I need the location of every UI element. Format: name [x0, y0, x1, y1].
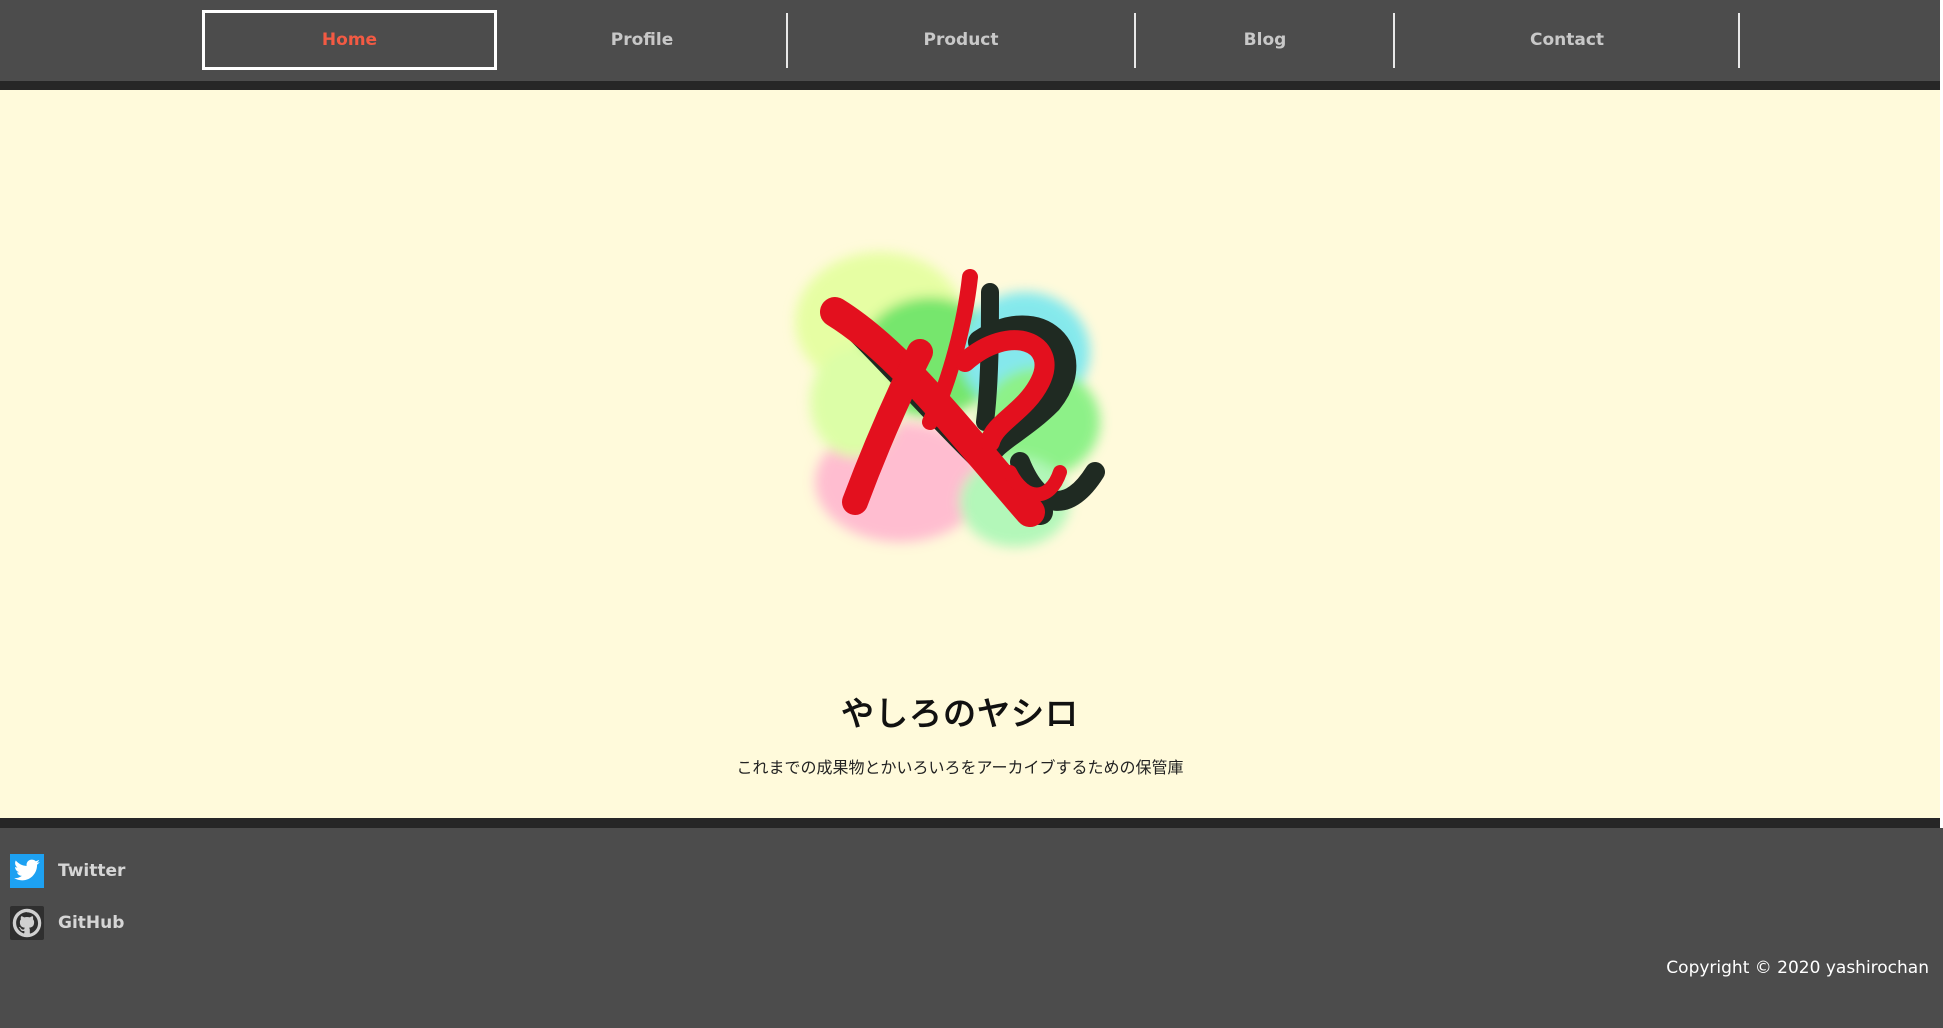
github-label: GitHub	[58, 913, 125, 933]
site-description: これまでの成果物とかいろいろをアーカイブするための保管庫	[736, 758, 1184, 777]
nav-contact[interactable]: Contact	[1395, 12, 1739, 68]
nav-blog[interactable]: Blog	[1136, 12, 1394, 68]
nav-divider-strip	[0, 81, 1940, 90]
nav-product[interactable]: Product	[788, 12, 1134, 68]
page-title: やしろのヤシロ	[841, 694, 1079, 734]
nav-home[interactable]: Home	[202, 10, 497, 70]
footer-divider-strip	[0, 818, 1940, 828]
github-icon	[10, 906, 44, 940]
twitter-link[interactable]: Twitter	[10, 854, 125, 888]
copyright-text: Copyright © 2020 yashirochan	[1666, 958, 1929, 978]
nav-separator	[1738, 13, 1740, 68]
hero-section: やしろのヤシロ これまでの成果物とかいろいろをアーカイブするための保管庫	[0, 90, 1940, 818]
twitter-icon	[10, 854, 44, 888]
page: Home Profile Product Blog Contact やしろのヤシ…	[0, 0, 1943, 1028]
footer: Twitter GitHub Copyright © 2020 yashiroc…	[0, 828, 1943, 1028]
yashiro-logo-icon	[795, 252, 1105, 547]
github-link[interactable]: GitHub	[10, 906, 124, 940]
top-nav: Home Profile Product Blog Contact	[0, 0, 1940, 81]
nav-profile[interactable]: Profile	[497, 12, 787, 68]
twitter-label: Twitter	[58, 861, 126, 881]
